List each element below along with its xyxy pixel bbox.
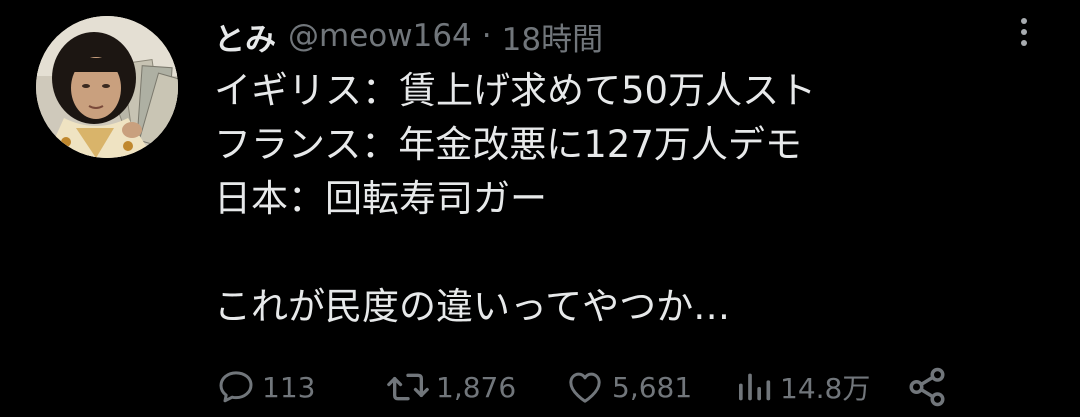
views-icon <box>739 373 771 401</box>
timestamp[interactable]: 18時間 <box>502 14 603 59</box>
retweet-icon <box>387 373 429 401</box>
like-button[interactable]: 5,681 <box>564 362 692 412</box>
reply-icon <box>219 371 253 403</box>
reply-button[interactable]: 113 <box>216 362 315 412</box>
user-handle[interactable]: @meow164 <box>288 18 472 54</box>
display-name[interactable]: とみ <box>214 14 276 59</box>
share-icon <box>909 367 945 407</box>
separator-dot: · <box>481 18 492 54</box>
views-button[interactable]: 14.8万 <box>734 362 870 412</box>
retweet-button[interactable]: 1,876 <box>386 362 516 412</box>
tweet-line: 日本：回転寿司ガー <box>214 177 547 220</box>
views-count: 14.8万 <box>780 372 871 405</box>
avatar[interactable] <box>36 16 178 158</box>
more-options-button[interactable] <box>1006 12 1042 52</box>
tweet-text: イギリス：賃上げ求めて50万人スト フランス：年金改悪に127万人デモ 日本：回… <box>214 64 1034 334</box>
action-bar: 113 1,876 5,681 14.8万 <box>214 362 974 412</box>
tweet-line: これが民度の違いってやつか… <box>214 285 731 328</box>
share-button[interactable] <box>906 362 948 412</box>
avatar-image <box>36 16 178 158</box>
tweet-header: とみ @meow164 · 18時間 <box>214 14 603 58</box>
tweet-line: イギリス：賃上げ求めて50万人スト <box>214 69 817 112</box>
reply-count: 113 <box>262 370 316 404</box>
more-icon <box>1021 18 1027 24</box>
tweet-line: フランス：年金改悪に127万人デモ <box>214 123 802 166</box>
heart-icon <box>569 372 601 403</box>
tweet[interactable]: とみ @meow164 · 18時間 イギリス：賃上げ求めて50万人スト フラン… <box>0 0 1080 417</box>
retweet-count: 1,876 <box>436 370 517 404</box>
like-count: 5,681 <box>612 370 693 404</box>
